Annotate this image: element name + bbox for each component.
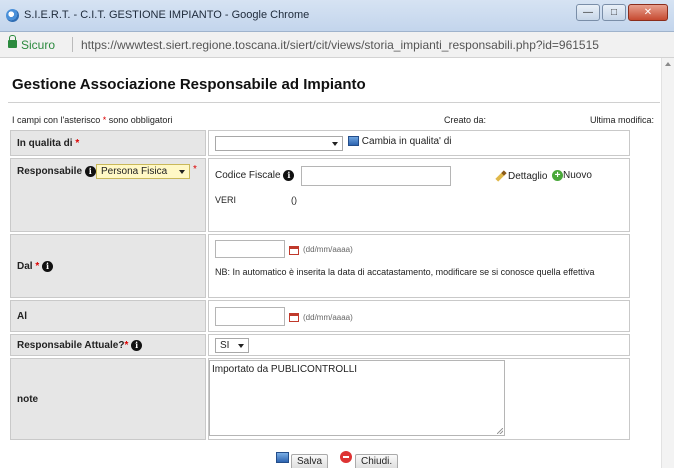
responsabile-value-cell: Codice Fiscale i Dettaglio + Nuovo VERI (… — [208, 158, 630, 232]
chevron-down-icon — [238, 344, 244, 348]
in-qualita-value-cell: Cambia in qualita' di — [208, 130, 630, 156]
row-note: note Importato da PUBLICONTROLLI — [10, 358, 630, 440]
info-icon[interactable]: i — [42, 261, 54, 272]
note-textarea[interactable]: Importato da PUBLICONTROLLI — [209, 360, 505, 436]
title-divider — [8, 102, 660, 103]
info-icon[interactable]: i — [131, 340, 143, 351]
required-fields-note: I campi con l'asterisco * sono obbligato… — [12, 115, 173, 125]
address-bar[interactable]: Sicuro https://wwwtest.siert.regione.tos… — [0, 32, 674, 58]
al-date-input[interactable] — [215, 307, 285, 326]
maximize-button[interactable]: □ — [602, 4, 626, 21]
chevron-down-icon — [332, 142, 338, 146]
close-icon[interactable] — [340, 451, 352, 463]
codice-fiscale-label: Codice Fiscale i — [215, 170, 295, 181]
window-title: S.I.E.R.T. - C.I.T. GESTIONE IMPIANTO - … — [24, 9, 310, 21]
resize-handle-icon[interactable] — [497, 428, 503, 434]
al-label: Al — [10, 300, 206, 332]
page-title: Gestione Associazione Responsabile ad Im… — [12, 76, 366, 93]
verify-paren-text: () — [291, 195, 297, 205]
chrome-app-icon — [6, 9, 19, 22]
in-qualita-label: In qualita di * — [10, 130, 206, 156]
dal-format-hint: (dd/mm/aaaa) — [303, 245, 353, 254]
vertical-scrollbar[interactable] — [661, 58, 674, 468]
attuale-select[interactable]: SI — [215, 338, 249, 353]
created-by-label: Creato da: — [444, 115, 487, 125]
info-icon[interactable]: i — [84, 166, 96, 177]
cambia-qualita-link[interactable]: Cambia in qualita' di — [348, 136, 452, 147]
attuale-value-cell: SI — [208, 334, 630, 356]
al-value-cell: (dd/mm/aaaa) — [208, 300, 630, 332]
responsabile-required-star: * — [193, 164, 197, 175]
add-icon: + — [552, 170, 563, 181]
page-content: Gestione Associazione Responsabile ad Im… — [0, 58, 674, 468]
calendar-icon[interactable] — [289, 244, 299, 256]
codice-fiscale-input[interactable] — [301, 166, 451, 186]
calendar-icon[interactable] — [289, 311, 299, 323]
minimize-button[interactable]: — — [576, 4, 600, 21]
responsabile-type-select[interactable]: Persona Fisica — [96, 164, 190, 179]
close-window-button[interactable]: ✕ — [628, 4, 668, 21]
nuovo-link[interactable]: + Nuovo — [552, 170, 592, 181]
row-dal: Dal * i (dd/mm/aaaa) NB: In automatico è… — [10, 234, 630, 298]
secure-label[interactable]: Sicuro — [21, 38, 55, 52]
info-icon[interactable]: i — [283, 170, 295, 181]
dal-value-cell: (dd/mm/aaaa) NB: In automatico è inserit… — [208, 234, 630, 298]
verify-text: VERI — [215, 195, 237, 205]
row-attuale: Responsabile Attuale?* i SI — [10, 334, 630, 356]
close-button[interactable]: Chiudi. — [355, 454, 399, 468]
address-separator — [72, 37, 73, 52]
lock-icon[interactable] — [8, 35, 17, 48]
pencil-icon — [495, 170, 507, 183]
attuale-label: Responsabile Attuale?* i — [10, 334, 206, 356]
row-al: Al (dd/mm/aaaa) — [10, 300, 630, 332]
dal-date-input[interactable] — [215, 240, 285, 258]
chevron-down-icon — [179, 170, 185, 174]
save-button[interactable]: Salva — [291, 454, 329, 468]
al-format-hint: (dd/mm/aaaa) — [303, 313, 353, 322]
window-titlebar: S.I.E.R.T. - C.I.T. GESTIONE IMPIANTO - … — [0, 0, 674, 32]
last-modified-label: Ultima modifica: — [589, 115, 654, 125]
save-icon[interactable] — [276, 452, 289, 463]
row-responsabile: Responsabile i Persona Fisica * Codice F… — [10, 158, 630, 232]
note-value-cell: Importato da PUBLICONTROLLI — [208, 358, 630, 440]
scroll-up-icon[interactable] — [665, 62, 671, 66]
url-text[interactable]: https://wwwtest.siert.regione.toscana.it… — [81, 38, 599, 52]
edit-icon — [348, 136, 359, 147]
window-controls: — □ ✕ — [576, 4, 668, 21]
note-label: note — [10, 358, 206, 440]
row-in-qualita: In qualita di * Cambia in qualita' di — [10, 130, 630, 156]
dal-label: Dal * i — [10, 234, 206, 298]
dal-note: NB: In automatico è inserita la data di … — [215, 267, 595, 277]
in-qualita-select[interactable] — [215, 136, 343, 151]
dettaglio-link[interactable]: Dettaglio — [495, 170, 547, 183]
